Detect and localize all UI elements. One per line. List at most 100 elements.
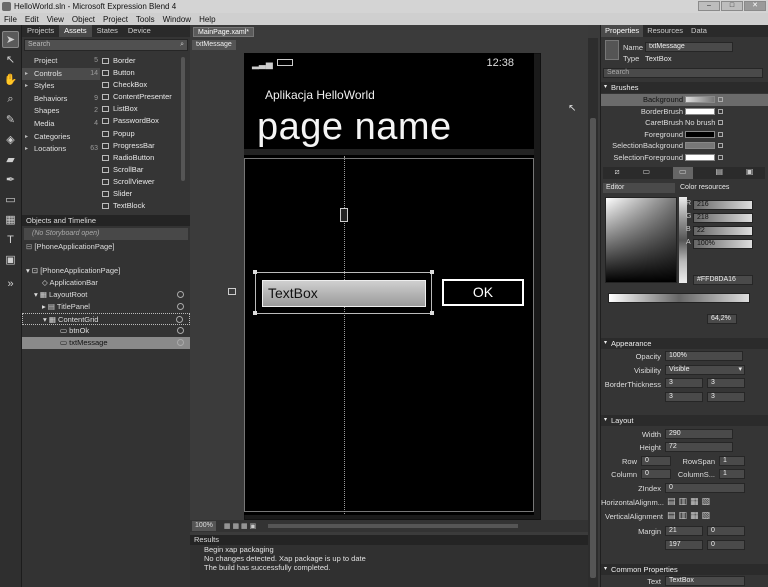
tab-mainpage-xaml[interactable]: MainPage.xaml*	[193, 27, 254, 37]
margin-bottom-field[interactable]: 0	[707, 540, 745, 550]
storyboard-picker[interactable]: (No Storyboard open)	[24, 228, 188, 240]
tile-brush-icon[interactable]: ▤	[715, 167, 723, 179]
tab-resources[interactable]: Resources	[643, 25, 687, 37]
list-item[interactable]: RadioButton	[100, 152, 180, 164]
gradient-bar[interactable]	[608, 293, 750, 303]
common-properties-header[interactable]: ▾ Common Properties	[601, 564, 768, 575]
advanced-options-icon[interactable]	[718, 108, 723, 114]
list-item[interactable]: TextBlock	[100, 200, 180, 212]
menu-help[interactable]: Help	[199, 15, 215, 24]
menu-file[interactable]: File	[4, 15, 17, 24]
rectangle-tool-icon[interactable]: ▭	[2, 191, 19, 208]
menu-window[interactable]: Window	[163, 15, 191, 24]
zoom-tool-icon[interactable]: ⌕	[2, 91, 19, 108]
tree-item-content-grid[interactable]: ▾ ▦ ContentGrid	[22, 313, 190, 325]
thickness-top-field[interactable]: 3	[665, 392, 703, 402]
properties-search-input[interactable]: Search	[603, 68, 763, 78]
assets-tool-icon[interactable]: »	[2, 275, 19, 292]
hex-color-field[interactable]: #FFD8DA16	[693, 275, 753, 285]
color-picker-canvas[interactable]	[605, 197, 677, 283]
list-item[interactable]: ScrollBar	[100, 164, 180, 176]
tree-root-scope[interactable]: ⊟ [PhoneApplicationPage]	[26, 241, 114, 253]
maximize-button[interactable]: □	[721, 1, 743, 11]
list-item[interactable]: PasswordBox	[100, 115, 180, 127]
list-item[interactable]: ListBox	[100, 103, 180, 115]
green-channel[interactable]: G 218	[686, 213, 753, 223]
assets-search-input[interactable]: Search ⌕	[24, 39, 188, 51]
selection-tool-icon[interactable]: ➤	[2, 31, 19, 48]
tab-projects[interactable]: Projects	[22, 25, 59, 37]
brush-caretbrush[interactable]: CaretBrush No brush	[601, 117, 768, 129]
brush-background[interactable]: Background	[601, 94, 768, 106]
category-project[interactable]: Project 5	[22, 55, 100, 68]
height-field[interactable]: 72	[665, 442, 733, 452]
zindex-field[interactable]: 0	[665, 483, 745, 493]
menu-view[interactable]: View	[47, 15, 64, 24]
gradient-brush-icon[interactable]: ▭	[672, 167, 693, 179]
columnspan-field[interactable]: 1	[719, 469, 745, 479]
view-options-icon[interactable]: ▦ ▦ ▦ ▣	[224, 522, 256, 530]
menu-project[interactable]: Project	[103, 15, 128, 24]
layout-panel-tool-icon[interactable]: ▦	[2, 211, 19, 228]
gradient-tool-icon[interactable]: ▰	[2, 151, 19, 168]
resize-handle[interactable]	[430, 311, 434, 315]
opacity-field[interactable]: 100%	[665, 351, 743, 361]
thickness-left-field[interactable]: 3	[665, 378, 703, 388]
advanced-options-icon[interactable]	[718, 154, 723, 160]
resize-handle[interactable]	[430, 270, 434, 274]
text-property-field[interactable]: TextBox	[665, 576, 745, 586]
advanced-options-icon[interactable]	[718, 143, 723, 148]
eyedropper-tool-icon[interactable]: ✎	[2, 111, 19, 128]
category-media[interactable]: Media 4	[22, 118, 100, 131]
gradient-offset-field[interactable]: 64,2%	[707, 314, 737, 324]
tree-item-btn-ok[interactable]: ▭ btnOk	[22, 325, 190, 337]
tab-states[interactable]: States	[92, 25, 123, 37]
brush-selectionforeground[interactable]: SelectionForeground	[601, 152, 768, 164]
pan-tool-icon[interactable]: ✋	[2, 71, 19, 88]
width-field[interactable]: 290	[665, 429, 733, 439]
advanced-options-icon[interactable]	[718, 131, 723, 137]
row-field[interactable]: 0	[641, 456, 671, 466]
name-field[interactable]: txtMessage	[645, 42, 733, 52]
tab-device[interactable]: Device	[123, 25, 156, 37]
list-item[interactable]: CheckBox	[100, 79, 180, 91]
scroll-thumb[interactable]	[590, 118, 596, 578]
visibility-eye-icon[interactable]	[177, 339, 184, 346]
txtmessage-textbox[interactable]: TextBox	[262, 280, 426, 307]
thickness-right-field[interactable]: 3	[707, 378, 745, 388]
visibility-eye-icon[interactable]	[177, 327, 184, 334]
visibility-eye-icon[interactable]	[176, 316, 183, 323]
control-tool-icon[interactable]: ▣	[2, 251, 19, 268]
design-vertical-scrollbar[interactable]	[588, 38, 598, 587]
tree-item-layout-root[interactable]: ▾ ▦ LayoutRoot	[22, 289, 190, 301]
brushes-section-header[interactable]: ▾ Brushes	[601, 82, 768, 93]
tree-item-phone-page[interactable]: ▾ ⊡ [PhoneApplicationPage]	[22, 265, 190, 277]
horizontal-alignment-icons[interactable]: ▤▥▦▧	[667, 496, 713, 507]
category-controls[interactable]: ▸ Controls 14	[22, 67, 100, 81]
visibility-eye-icon[interactable]	[177, 303, 184, 310]
tree-item-title-panel[interactable]: ▸ ▤ TitlePanel	[22, 301, 190, 313]
rowspan-field[interactable]: 1	[719, 456, 745, 466]
advanced-options-icon[interactable]	[718, 97, 723, 102]
list-item[interactable]: ContentPresenter	[100, 91, 180, 103]
zoom-select[interactable]: 100%	[192, 521, 216, 531]
list-item[interactable]: Slider	[100, 188, 180, 200]
blue-channel[interactable]: B 22	[686, 226, 753, 236]
brush-selectionbackground[interactable]: SelectionBackground	[601, 140, 768, 152]
no-brush-icon[interactable]: ⧄	[614, 167, 619, 179]
margin-left-field[interactable]: 21	[665, 526, 703, 536]
tab-assets[interactable]: Assets	[59, 25, 92, 37]
column-divider-handle[interactable]	[340, 208, 348, 222]
assets-scrollbar[interactable]	[181, 57, 185, 181]
visibility-eye-icon[interactable]	[177, 291, 184, 298]
breadcrumb[interactable]: txtMessage	[192, 40, 236, 50]
category-shapes[interactable]: Shapes 2	[22, 105, 100, 118]
thickness-bottom-field[interactable]: 3	[707, 392, 745, 402]
layout-section-header[interactable]: ▾ Layout	[601, 415, 768, 426]
advanced-options-icon[interactable]	[718, 120, 723, 125]
brush-borderbrush[interactable]: BorderBrush	[601, 106, 768, 118]
list-item[interactable]: ScrollViewer	[100, 176, 180, 188]
editor-tab[interactable]: Editor	[603, 183, 675, 193]
minimize-button[interactable]: –	[698, 1, 720, 11]
column-field[interactable]: 0	[641, 469, 671, 479]
